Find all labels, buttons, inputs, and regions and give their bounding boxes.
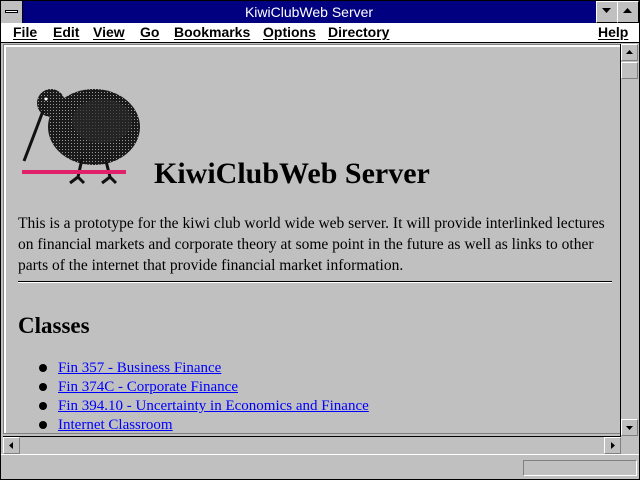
status-text: [9, 459, 509, 475]
menu-view[interactable]: View: [93, 24, 125, 40]
window-title: KiwiClubWeb Server: [244, 4, 374, 20]
list-item: Internet Classroom: [18, 416, 369, 433]
bullet-icon: [39, 364, 47, 372]
menu-bookmarks[interactable]: Bookmarks: [174, 24, 250, 40]
horizontal-rule: [18, 281, 612, 283]
arrow-up-icon: [626, 50, 633, 54]
triangle-down-icon: [602, 8, 611, 13]
class-link-fin374c[interactable]: Fin 374C - Corporate Finance: [58, 379, 238, 395]
document-content[interactable]: KiwiClubWeb Server This is a prototype f…: [6, 47, 620, 433]
arrow-down-icon: [626, 426, 633, 430]
scroll-up-button[interactable]: [621, 44, 638, 61]
list-item: Fin 357 - Business Finance: [18, 359, 369, 378]
class-link-fin394[interactable]: Fin 394.10 - Uncertainty in Economics an…: [58, 398, 369, 414]
bullet-icon: [39, 421, 47, 429]
arrow-right-icon: [611, 442, 615, 449]
vertical-scrollbar[interactable]: [620, 44, 638, 436]
classes-heading: Classes: [18, 313, 90, 338]
scroll-right-button[interactable]: [604, 437, 621, 454]
scroll-left-button[interactable]: [3, 437, 20, 454]
classes-list: Fin 357 - Business Finance Fin 374C - Co…: [18, 359, 369, 433]
status-bar: [1, 454, 639, 479]
page-heading: KiwiClubWeb Server: [154, 157, 430, 190]
intro-paragraph: This is a prototype for the kiwi club wo…: [18, 215, 605, 274]
arrow-left-icon: [9, 442, 13, 449]
menu-edit[interactable]: Edit: [53, 24, 79, 40]
system-menu-button[interactable]: [1, 1, 23, 23]
menu-file[interactable]: File: [13, 24, 37, 40]
progress-indicator: [523, 460, 637, 476]
scrollbar-corner: [621, 436, 639, 454]
vertical-scroll-thumb[interactable]: [621, 62, 638, 79]
bullet-icon: [39, 383, 47, 391]
kiwi-bird-icon: [22, 89, 140, 185]
menu-options[interactable]: Options: [263, 24, 316, 40]
bullet-icon: [39, 402, 47, 410]
browser-window: KiwiClubWeb Server File Edit View Go Boo…: [0, 0, 640, 480]
class-link-internet-classroom[interactable]: Internet Classroom: [58, 417, 173, 433]
horizontal-scrollbar[interactable]: [3, 436, 621, 454]
maximize-button[interactable]: [617, 1, 639, 23]
title-bar[interactable]: KiwiClubWeb Server: [1, 1, 639, 23]
system-menu-icon: [5, 10, 18, 13]
menu-bar: File Edit View Go Bookmarks Options Dire…: [1, 23, 639, 43]
menu-help[interactable]: Help: [598, 24, 628, 40]
document-frame: KiwiClubWeb Server This is a prototype f…: [3, 44, 623, 434]
list-item: Fin 374C - Corporate Finance: [18, 378, 369, 397]
list-item: Fin 394.10 - Uncertainty in Economics an…: [18, 397, 369, 416]
scroll-down-button[interactable]: [621, 419, 638, 436]
menu-directory[interactable]: Directory: [328, 24, 389, 40]
menu-go[interactable]: Go: [140, 24, 159, 40]
minimize-button[interactable]: [596, 1, 618, 23]
class-link-fin357[interactable]: Fin 357 - Business Finance: [58, 360, 221, 376]
triangle-up-icon: [623, 8, 632, 13]
